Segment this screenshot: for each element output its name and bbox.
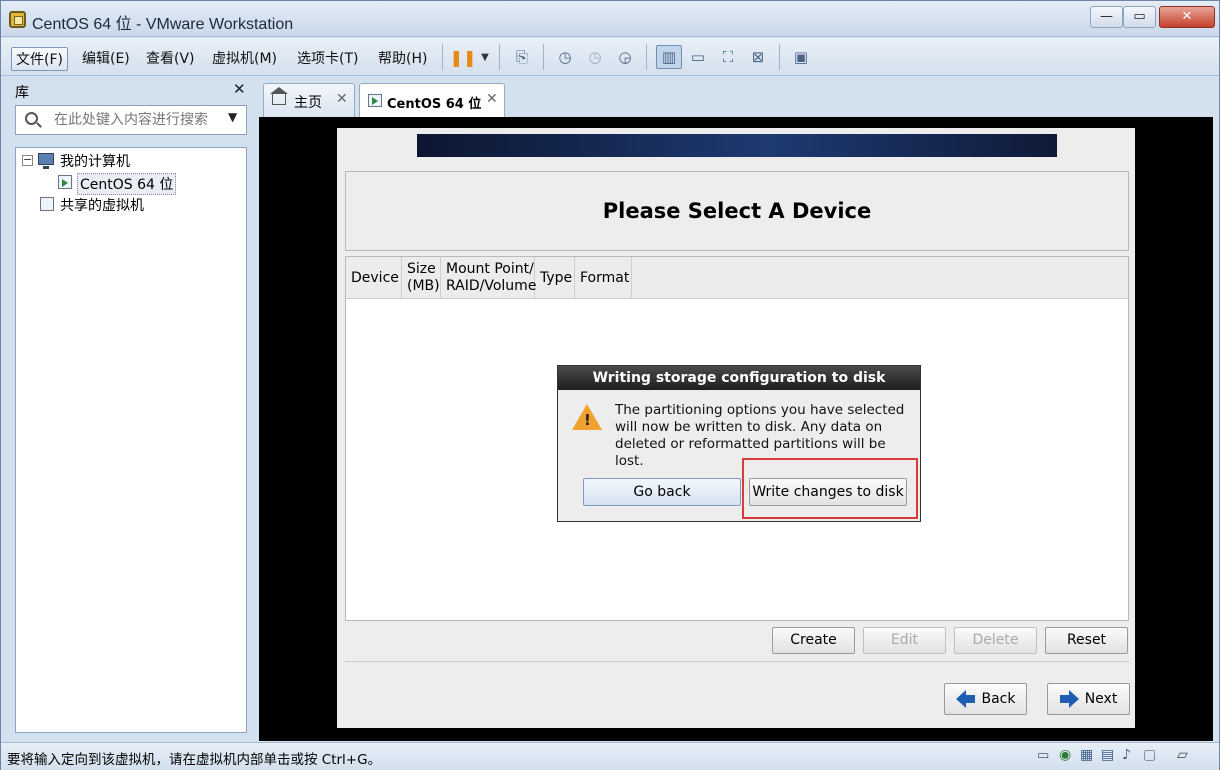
toolbar-separator xyxy=(646,44,647,70)
fullscreen-icon[interactable]: ⛶ xyxy=(718,47,738,67)
chevron-down-icon[interactable]: ▼ xyxy=(475,47,495,67)
highlight-box xyxy=(742,458,918,519)
page-title: Please Select A Device xyxy=(602,199,872,223)
dialog-title: Writing storage configuration to disk xyxy=(558,366,920,390)
menu-bar: 文件(F) 编辑(E) 查看(V) 虚拟机(M) 选项卡(T) 帮助(H) ❚❚… xyxy=(1,38,1219,76)
search-input[interactable] xyxy=(52,111,222,129)
tree-item-centos[interactable]: CentOS 64 位 xyxy=(77,173,177,195)
warning-mark: ! xyxy=(584,411,591,429)
arrow-left-icon xyxy=(955,690,975,708)
collapse-toggle-icon[interactable]: − xyxy=(22,154,33,166)
sound-icon[interactable]: ♪ xyxy=(1122,747,1131,763)
library-tree: − 我的计算机 CentOS 64 位 共享的虚拟机 xyxy=(15,147,247,733)
create-button[interactable]: Create xyxy=(772,627,855,654)
send-ctrl-alt-del-icon[interactable]: ⎘ xyxy=(512,47,532,67)
delete-button[interactable]: Delete xyxy=(954,627,1037,654)
status-text: 要将输入定向到该虚拟机，请在虚拟机内部单击或按 Ctrl+G。 xyxy=(7,752,382,768)
snapshot-icon[interactable]: ◷ xyxy=(555,47,575,67)
toolbar-separator xyxy=(499,44,500,70)
reset-button[interactable]: Reset xyxy=(1045,627,1128,654)
title-bar: CentOS 64 位 - VMware Workstation — ▭ ✕ xyxy=(1,1,1219,37)
maximize-button[interactable]: ▭ xyxy=(1123,6,1156,28)
network-icon[interactable]: ▦ xyxy=(1080,747,1093,763)
computer-icon xyxy=(38,153,54,169)
tab-centos[interactable]: CentOS 64 位 ✕ xyxy=(359,83,505,117)
printer-icon[interactable]: ▤ xyxy=(1101,747,1114,763)
menu-file[interactable]: 文件(F) xyxy=(11,47,68,71)
tab-home[interactable]: 主页 ✕ xyxy=(263,83,355,117)
status-bar: 要将输入定向到该虚拟机，请在虚拟机内部单击或按 Ctrl+G。 ▭ ◉ ▦ ▤ … xyxy=(1,742,1219,770)
menu-view[interactable]: 查看(V) xyxy=(142,47,199,69)
close-window-button[interactable]: ✕ xyxy=(1159,6,1215,28)
column-type[interactable]: Type xyxy=(535,257,575,299)
vm-icon xyxy=(58,175,72,189)
go-back-button[interactable]: Go back xyxy=(583,478,741,506)
column-format[interactable]: Format xyxy=(575,257,632,299)
unity-icon[interactable]: ⊠ xyxy=(748,47,768,67)
column-mount-point[interactable]: Mount Point/ RAID/Volume xyxy=(441,257,536,299)
menu-tabs[interactable]: 选项卡(T) xyxy=(293,47,362,69)
hard-disk-icon[interactable]: ▭ xyxy=(1037,748,1049,763)
library-search[interactable]: ▼ xyxy=(15,105,247,135)
revert-snapshot-icon[interactable]: ◷ xyxy=(585,47,605,67)
minimize-button[interactable]: — xyxy=(1090,6,1123,28)
search-dropdown-icon[interactable]: ▼ xyxy=(228,110,237,124)
write-storage-dialog: Writing storage configuration to disk ! … xyxy=(557,365,921,522)
library-title: 库 xyxy=(15,85,29,101)
arrow-right-icon xyxy=(1059,690,1079,708)
shared-vms-icon xyxy=(40,197,54,211)
next-label: Next xyxy=(1084,691,1118,707)
menu-vm[interactable]: 虚拟机(M) xyxy=(208,47,281,69)
library-panel: 库 ✕ ▼ − 我的计算机 CentOS 64 位 共享的虚拟机 xyxy=(5,77,255,741)
toolbar-separator xyxy=(543,44,544,70)
next-button[interactable]: Next xyxy=(1047,683,1130,715)
vm-console[interactable]: Please Select A Device Device Size (MB) … xyxy=(259,117,1213,741)
toolbar-separator xyxy=(779,44,780,70)
vmware-app-icon xyxy=(9,11,26,28)
page-header: Please Select A Device xyxy=(345,171,1129,251)
menu-help[interactable]: 帮助(H) xyxy=(374,47,431,69)
pause-icon[interactable]: ❚❚ xyxy=(450,47,477,67)
tree-item-shared-vms[interactable]: 共享的虚拟机 xyxy=(60,195,144,215)
vm-icon xyxy=(368,94,382,107)
tab-home-close-icon[interactable]: ✕ xyxy=(336,91,348,107)
table-header: Device Size (MB) Mount Point/ RAID/Volum… xyxy=(346,257,1128,299)
window-title: CentOS 64 位 - VMware Workstation xyxy=(32,16,294,33)
menu-edit[interactable]: 编辑(E) xyxy=(78,47,134,69)
warning-icon: ! xyxy=(572,404,602,430)
back-label: Back xyxy=(981,691,1016,707)
show-library-icon[interactable]: ▥ xyxy=(656,45,682,69)
divider xyxy=(345,661,1129,662)
tab-bar: 主页 ✕ CentOS 64 位 ✕ xyxy=(259,77,1219,117)
message-log-icon[interactable]: ▱ xyxy=(1177,747,1188,763)
anaconda-installer: Please Select A Device Device Size (MB) … xyxy=(337,128,1135,728)
column-device[interactable]: Device xyxy=(346,257,402,299)
toolbar-separator xyxy=(442,44,443,70)
installer-banner xyxy=(417,134,1057,157)
snapshot-manager-icon[interactable]: ◶ xyxy=(615,47,635,67)
edit-button[interactable]: Edit xyxy=(863,627,946,654)
tab-centos-label: CentOS 64 位 xyxy=(387,97,482,112)
back-button[interactable]: Back xyxy=(944,683,1027,715)
vmware-window: CentOS 64 位 - VMware Workstation — ▭ ✕ 文… xyxy=(0,0,1220,770)
column-size[interactable]: Size (MB) xyxy=(402,257,441,299)
display-icon[interactable]: ▢ xyxy=(1143,747,1156,763)
home-icon xyxy=(270,87,288,105)
tree-item-my-computer[interactable]: 我的计算机 xyxy=(60,151,130,171)
search-icon xyxy=(25,112,38,125)
cd-rom-icon[interactable]: ◉ xyxy=(1059,747,1071,763)
thumbnail-bar-icon[interactable]: ▭ xyxy=(688,47,708,67)
tab-centos-close-icon[interactable]: ✕ xyxy=(486,91,498,107)
library-close-icon[interactable]: ✕ xyxy=(233,80,246,98)
console-view-icon[interactable]: ▣ xyxy=(791,47,811,67)
tab-home-label: 主页 xyxy=(294,95,322,111)
